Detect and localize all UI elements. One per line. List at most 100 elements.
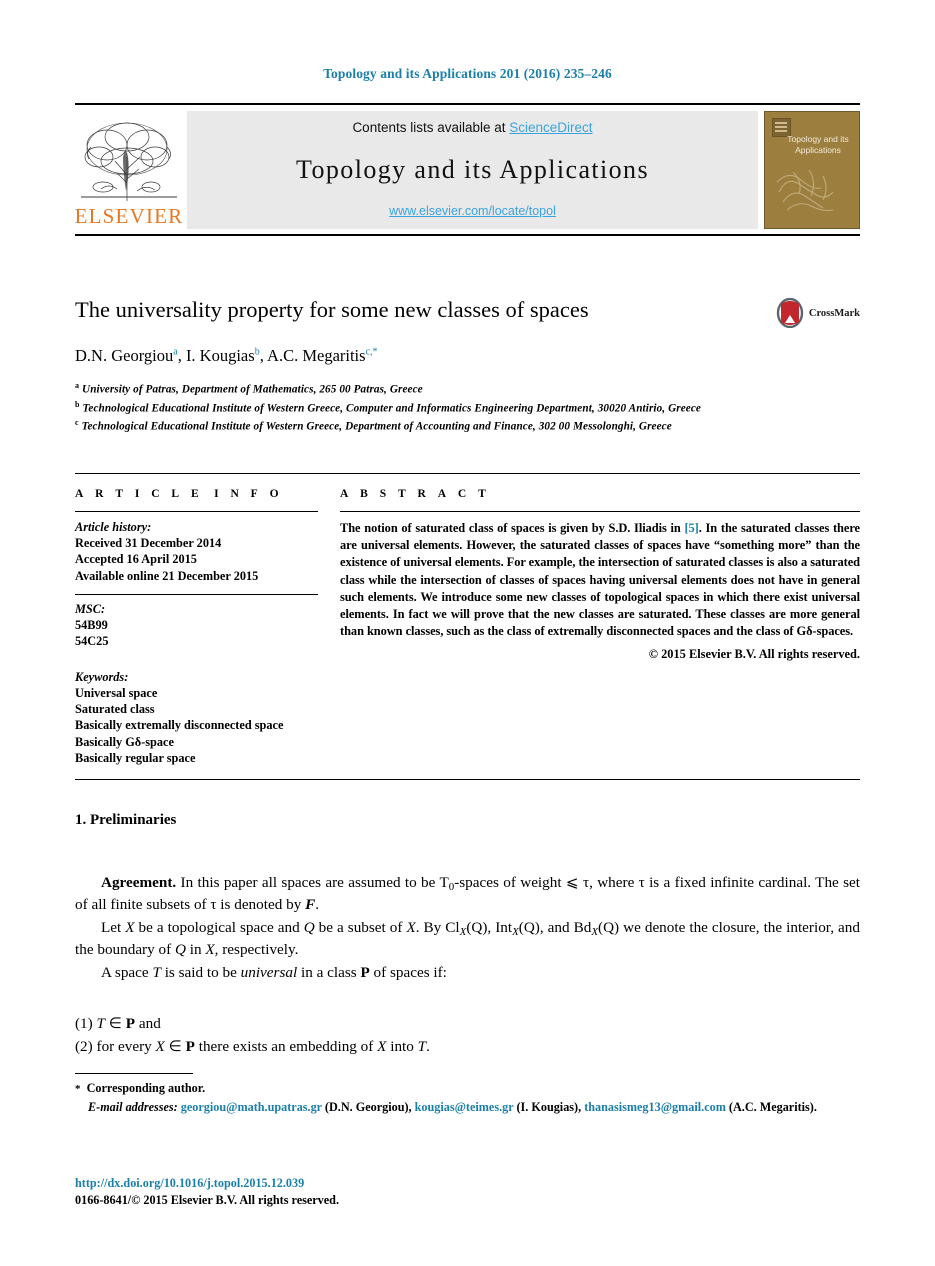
notation-i: , respectively. — [214, 941, 299, 959]
list-number: (2) — [75, 1038, 93, 1056]
symbol-T: T — [96, 1015, 105, 1033]
list-number: (1) — [75, 1015, 93, 1033]
elsevier-tree-icon — [77, 117, 181, 205]
journal-homepage-link[interactable]: www.elsevier.com/locate/topol — [389, 204, 556, 218]
contents-lists-line: Contents lists available at ScienceDirec… — [352, 120, 592, 135]
abstract-heading: A B S T R A C T — [340, 488, 491, 500]
affiliation-item: c Technological Educational Institute of… — [75, 417, 860, 435]
keyword-item: Basically Gδ-space — [75, 734, 174, 749]
contents-prefix: Contents lists available at — [352, 120, 510, 135]
list-text: and — [135, 1015, 161, 1033]
issn-copyright-line: 0166-8641/© 2015 Elsevier B.V. All right… — [75, 1193, 340, 1208]
author-entry: A.C. Megaritisc,* — [267, 346, 378, 365]
email-link-megaritis[interactable]: thanasismeg13@gmail.com — [584, 1100, 726, 1114]
notation-c: be a subset of — [314, 919, 407, 937]
symbol-P: P — [360, 964, 370, 982]
author-list: D.N. Georgioua, I. Kougiasb, A.C. Megari… — [75, 345, 860, 366]
elsevier-logo: ELSEVIER — [75, 111, 183, 229]
body-section: 1. Preliminaries Agreement. In this pape… — [75, 812, 860, 1058]
article-info-rule — [75, 511, 318, 512]
def-c: in a class — [297, 964, 361, 982]
history-available-online: Available online 21 December 2015 — [75, 568, 259, 583]
script-f-symbol: F — [305, 896, 316, 914]
crossmark-label: CrossMark — [808, 307, 860, 319]
article-info-column: A R T I C L EI N F O Article history: Re… — [75, 488, 318, 766]
symbol-Q: Q — [174, 941, 186, 959]
affiliation-mark: a — [75, 381, 80, 391]
universal-conditions-list: (1) T ∈ P and (2) for every X ∈ P there … — [75, 1012, 860, 1058]
list-text: there exists an embedding of — [194, 1038, 378, 1056]
affiliation-mark: b — [75, 399, 80, 409]
elsevier-wordmark: ELSEVIER — [74, 204, 184, 228]
affiliation-item: b Technological Educational Institute of… — [75, 399, 860, 417]
list-item: (2) for every X ∈ P there exists an embe… — [75, 1035, 860, 1058]
symbol-P: P — [185, 1038, 195, 1056]
email-link-georgiou[interactable]: georgiou@math.upatras.gr — [181, 1100, 322, 1114]
abstract-rule — [340, 511, 860, 512]
affiliation-mark: c — [75, 418, 79, 428]
notation-e: (Q), Int — [466, 919, 513, 937]
author-name: A.C. Megaritis — [267, 346, 366, 365]
abstract-bottom-rule — [75, 779, 860, 780]
email-link-kougias[interactable]: kougias@teimes.gr — [415, 1100, 514, 1114]
sciencedirect-link[interactable]: ScienceDirect — [509, 120, 592, 135]
agreement-text-3: . — [315, 896, 320, 914]
affiliation-text: Technological Educational Institute of W… — [82, 402, 701, 415]
notation-h: in — [185, 941, 206, 959]
symbol-X: X — [125, 919, 135, 937]
article-history-group: Article history: Received 31 December 20… — [75, 520, 318, 584]
symbol-X: X — [406, 919, 416, 937]
agreement-text-1: In this paper all spaces are assumed to … — [176, 874, 449, 891]
affiliation-list: a University of Patras, Department of Ma… — [75, 380, 860, 435]
crossmark-badge[interactable]: CrossMark — [775, 298, 860, 328]
article-history-label: Article history: — [75, 520, 152, 534]
abstract-column: A B S T R A C T The notion of saturated … — [340, 488, 860, 766]
doi-link[interactable]: http://dx.doi.org/10.1016/j.topol.2015.1… — [75, 1175, 860, 1192]
list-text: into — [386, 1038, 418, 1056]
abstract-text: The notion of saturated class of spaces … — [340, 520, 860, 640]
term-universal: universal — [240, 964, 298, 982]
list-text: ∈ — [164, 1038, 186, 1056]
author-sep-2: , — [259, 346, 268, 365]
abstract-part-1: The notion of saturated class of spaces … — [340, 521, 685, 535]
journal-band: Contents lists available at ScienceDirec… — [187, 111, 758, 229]
keywords-group: Keywords: Universal space Saturated clas… — [75, 670, 318, 767]
doi-block: http://dx.doi.org/10.1016/j.topol.2015.1… — [75, 1175, 860, 1209]
keywords-label: Keywords: — [75, 669, 129, 684]
email-addresses-line: E-mail addresses: georgiou@math.upatras.… — [75, 1099, 860, 1116]
list-text: . — [426, 1038, 430, 1056]
crossmark-icon — [776, 298, 804, 328]
paragraph-agreement: Agreement. In this paper all spaces are … — [75, 873, 860, 916]
subscript-X: X — [512, 926, 519, 939]
notation-a: Let — [101, 919, 126, 937]
affiliation-text: Technological Educational Institute of W… — [81, 420, 672, 433]
corresponding-author-note: * Corresponding author. — [75, 1080, 860, 1098]
notation-b: be a topological space and — [134, 919, 304, 937]
def-d: of spaces if: — [369, 964, 447, 982]
author-name: I. Kougias — [185, 346, 255, 365]
msc-label: MSC: — [75, 602, 106, 617]
footnote-block: * Corresponding author. E-mail addresses… — [75, 1080, 860, 1116]
corresponding-author-text: Corresponding author. — [86, 1081, 206, 1095]
reference-link-5[interactable]: [5] — [684, 521, 698, 535]
symbol-Q: Q — [303, 919, 315, 937]
history-received: Received 31 December 2014 — [75, 536, 222, 550]
page-title: The universality property for some new c… — [75, 297, 589, 322]
author-affiliation-mark: c,* — [365, 346, 378, 358]
paragraph-universal-definition: A space T is said to be universal in a c… — [75, 963, 860, 984]
author-entry: I. Kougiasb — [186, 346, 260, 365]
history-accepted: Accepted 16 April 2015 — [75, 552, 197, 567]
list-text: for every — [96, 1038, 156, 1056]
author-entry: D.N. Georgioua — [75, 346, 178, 365]
symbol-X: X — [205, 941, 215, 959]
footnote-rule — [75, 1073, 193, 1074]
abstract-part-2: . In the saturated classes there are uni… — [340, 521, 860, 639]
tree-illustration-svg — [81, 122, 177, 201]
list-text: ∈ — [104, 1015, 126, 1033]
agreement-label: Agreement. — [101, 874, 177, 891]
paragraph-notation: Let X be a topological space and Q be a … — [75, 918, 860, 961]
journal-masthead: ELSEVIER Contents lists available at Sci… — [75, 103, 860, 236]
email-owner: (I. Kougias), — [516, 1099, 582, 1114]
journal-cover-thumbnail[interactable]: Topology and its Applications — [764, 111, 860, 229]
msc-group: MSC: 54B99 54C25 — [75, 602, 318, 650]
